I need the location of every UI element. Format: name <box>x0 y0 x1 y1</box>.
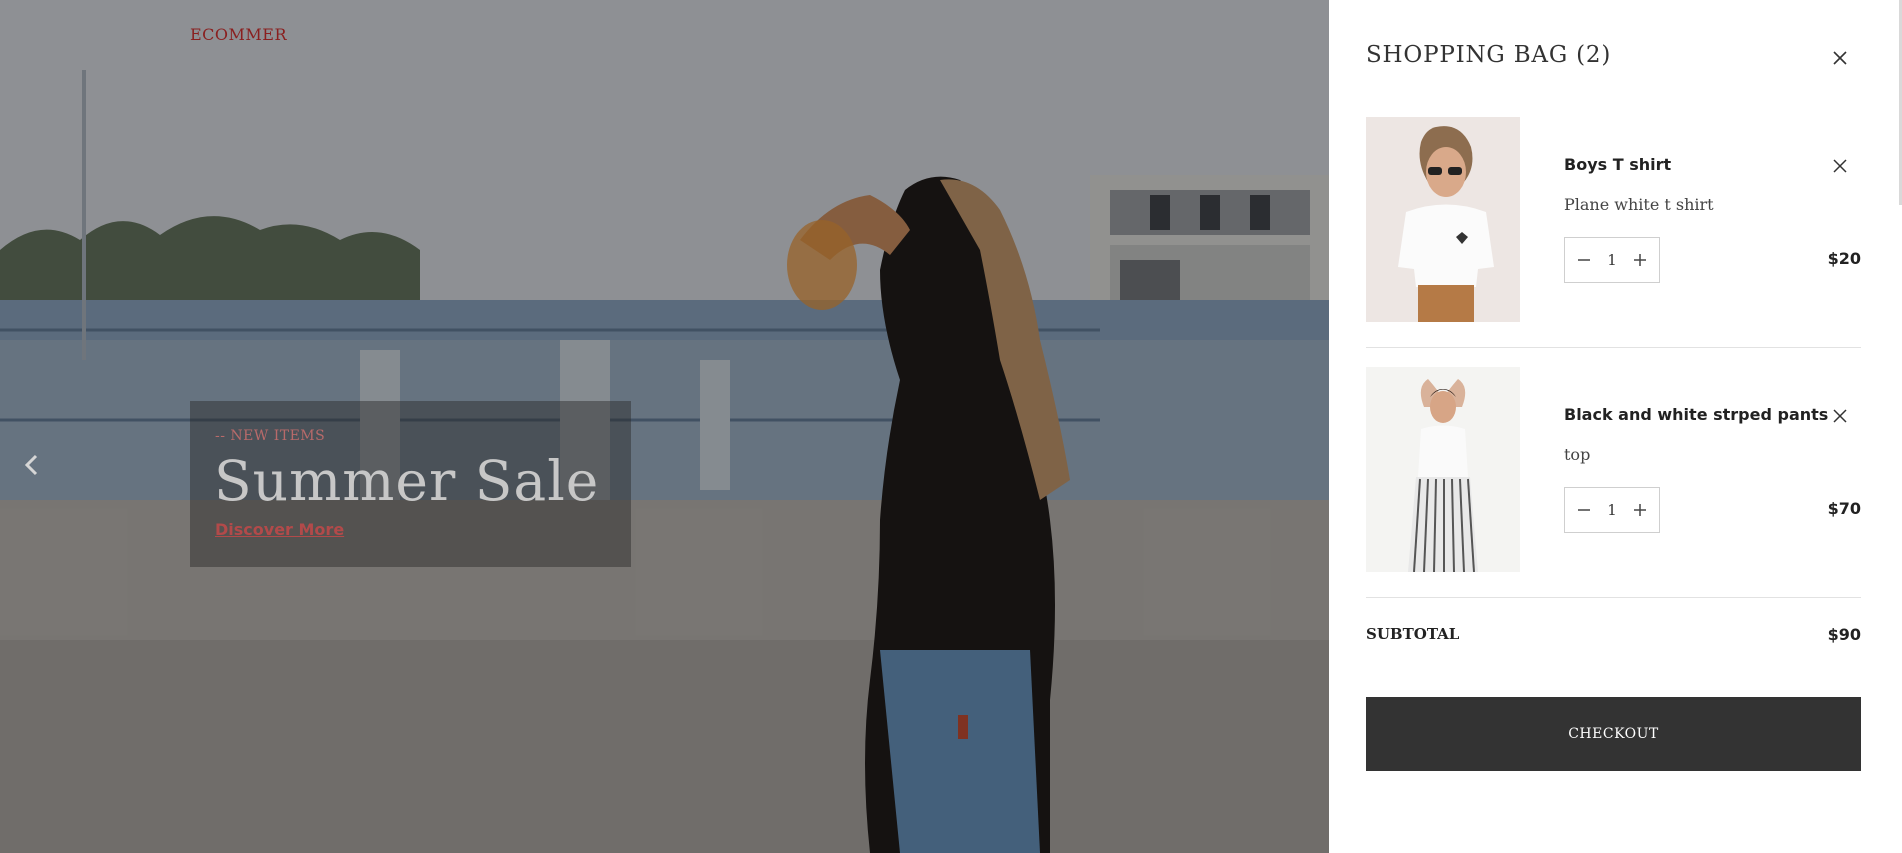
plus-icon <box>1633 254 1646 266</box>
minus-icon <box>1578 259 1590 261</box>
promo-title: Summer Sale <box>214 449 600 513</box>
item-price: $70 <box>1827 499 1861 518</box>
item-name[interactable]: Boys T shirt <box>1564 155 1671 174</box>
close-icon <box>1833 409 1847 423</box>
close-drawer-button[interactable] <box>1829 47 1851 69</box>
quantity-value[interactable]: 1 <box>1607 251 1617 269</box>
chevron-left-icon <box>24 454 38 476</box>
close-icon <box>1833 159 1847 173</box>
remove-item-button[interactable] <box>1829 405 1851 427</box>
minus-icon <box>1578 509 1590 511</box>
decrement-button[interactable] <box>1575 251 1593 269</box>
quantity-value[interactable]: 1 <box>1607 501 1617 519</box>
quantity-stepper: 1 <box>1564 237 1660 283</box>
product-image-boys-tshirt[interactable] <box>1366 117 1520 322</box>
item-variant: top <box>1564 445 1591 464</box>
decrement-button[interactable] <box>1575 501 1593 519</box>
cart-item: Boys T shirt Plane white t shirt 1 $20 <box>1366 117 1861 367</box>
promo-card: -- NEW ITEMS Summer Sale Discover More <box>190 401 631 567</box>
close-icon <box>1833 51 1847 65</box>
cart-item: Black and white strped pants top 1 $70 <box>1366 367 1861 617</box>
item-price: $20 <box>1827 249 1861 268</box>
item-name[interactable]: Black and white strped pants <box>1564 405 1828 424</box>
discover-more-link[interactable]: Discover More <box>215 520 344 539</box>
subtotal-divider <box>1366 597 1861 598</box>
brand-logo[interactable]: ECOMMER <box>190 25 287 44</box>
plus-icon <box>1633 504 1646 516</box>
shopping-bag-drawer: SHOPPING BAG (2) Boys T shirt Plane whit… <box>1329 0 1902 853</box>
promo-eyebrow: -- NEW ITEMS <box>215 428 326 444</box>
increment-button[interactable] <box>1631 251 1649 269</box>
item-divider <box>1366 347 1861 348</box>
subtotal-value: $90 <box>1827 625 1861 644</box>
drawer-title: SHOPPING BAG (2) <box>1366 42 1612 68</box>
carousel-prev-button[interactable] <box>18 450 46 480</box>
increment-button[interactable] <box>1631 501 1649 519</box>
item-variant: Plane white t shirt <box>1564 195 1714 214</box>
product-image-striped-pants[interactable] <box>1366 367 1520 572</box>
quantity-stepper: 1 <box>1564 487 1660 533</box>
hero-banner: ECOMMER -- NEW ITEMS Summer Sale Discove… <box>0 0 1329 853</box>
remove-item-button[interactable] <box>1829 155 1851 177</box>
subtotal-label: SUBTOTAL <box>1366 625 1460 643</box>
checkout-button[interactable]: CHECKOUT <box>1366 697 1861 771</box>
